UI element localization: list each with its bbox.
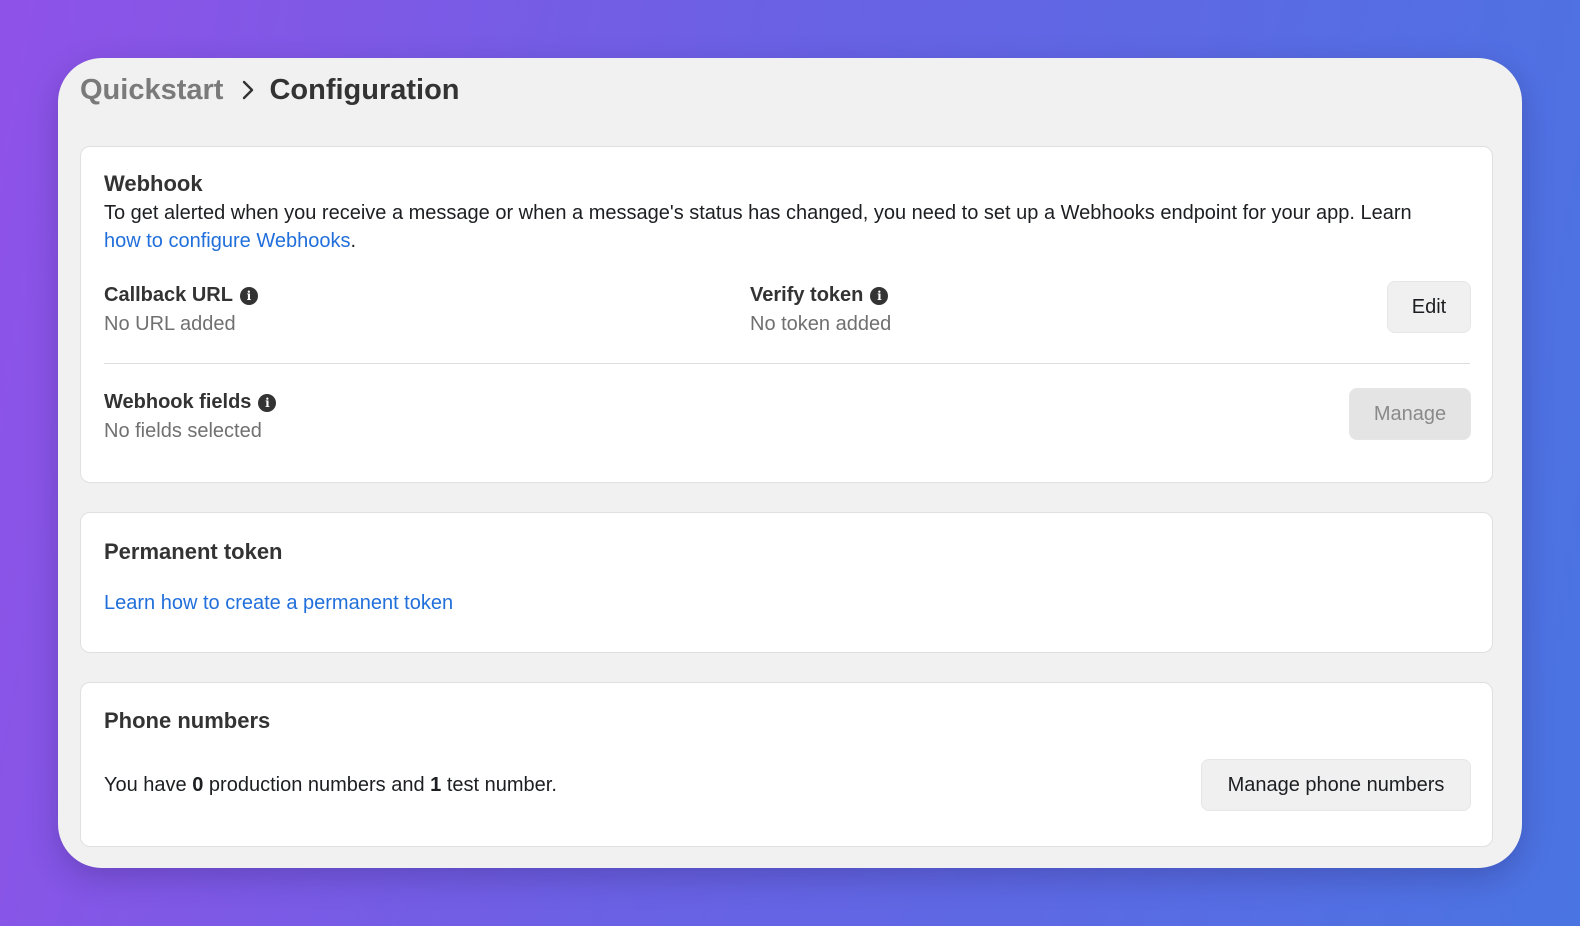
phone-summary-middle: production numbers and — [203, 774, 431, 796]
verify-token-value: No token added — [750, 313, 892, 335]
phone-numbers-summary: You have 0 production numbers and 1 test… — [104, 771, 557, 799]
webhook-fields-label: Webhook fields i — [104, 391, 277, 414]
webhook-fields-value: No fields selected — [104, 420, 262, 442]
verify-token-label-text: Verify token — [750, 284, 864, 306]
configuration-window: Quickstart Configuration Webhook To get … — [58, 58, 1522, 868]
test-number-count: 1 — [430, 774, 442, 796]
production-number-count: 0 — [192, 774, 204, 796]
configure-webhooks-link[interactable]: how to configure Webhooks — [104, 230, 350, 252]
phone-numbers-title: Phone numbers — [104, 708, 271, 733]
callback-url-info-icon[interactable]: i — [239, 286, 258, 305]
webhook-fields-label-text: Webhook fields — [104, 391, 252, 413]
manage-webhook-fields-button[interactable]: Manage — [1349, 388, 1471, 440]
callback-url-label: Callback URL i — [104, 284, 258, 307]
webhook-card: Webhook To get alerted when you receive … — [80, 146, 1493, 483]
breadcrumb-quickstart-link[interactable]: Quickstart — [80, 74, 223, 107]
webhook-description-period: . — [350, 230, 357, 252]
manage-phone-numbers-button[interactable]: Manage phone numbers — [1201, 759, 1471, 811]
phone-numbers-card: Phone numbers You have 0 production numb… — [80, 682, 1493, 847]
webhook-description-text: To get alerted when you receive a messag… — [104, 202, 1412, 224]
webhook-fields-info-icon[interactable]: i — [258, 393, 277, 412]
permanent-token-link[interactable]: Learn how to create a permanent token — [104, 589, 453, 617]
breadcrumb: Quickstart Configuration — [80, 72, 460, 108]
webhook-description: To get alerted when you receive a messag… — [104, 199, 1464, 255]
callback-url-label-text: Callback URL — [104, 284, 233, 306]
webhook-divider — [104, 363, 1470, 364]
page-title: Configuration — [269, 73, 460, 106]
webhook-title: Webhook — [104, 171, 203, 196]
permanent-token-title: Permanent token — [104, 539, 283, 564]
verify-token-info-icon[interactable]: i — [870, 286, 889, 305]
permanent-token-card: Permanent token Learn how to create a pe… — [80, 512, 1493, 653]
verify-token-label: Verify token i — [750, 284, 889, 307]
chevron-right-icon — [241, 79, 255, 101]
phone-summary-prefix: You have — [104, 774, 193, 796]
edit-button[interactable]: Edit — [1387, 281, 1471, 333]
phone-summary-suffix: test number. — [441, 774, 557, 796]
callback-url-value: No URL added — [104, 313, 236, 335]
